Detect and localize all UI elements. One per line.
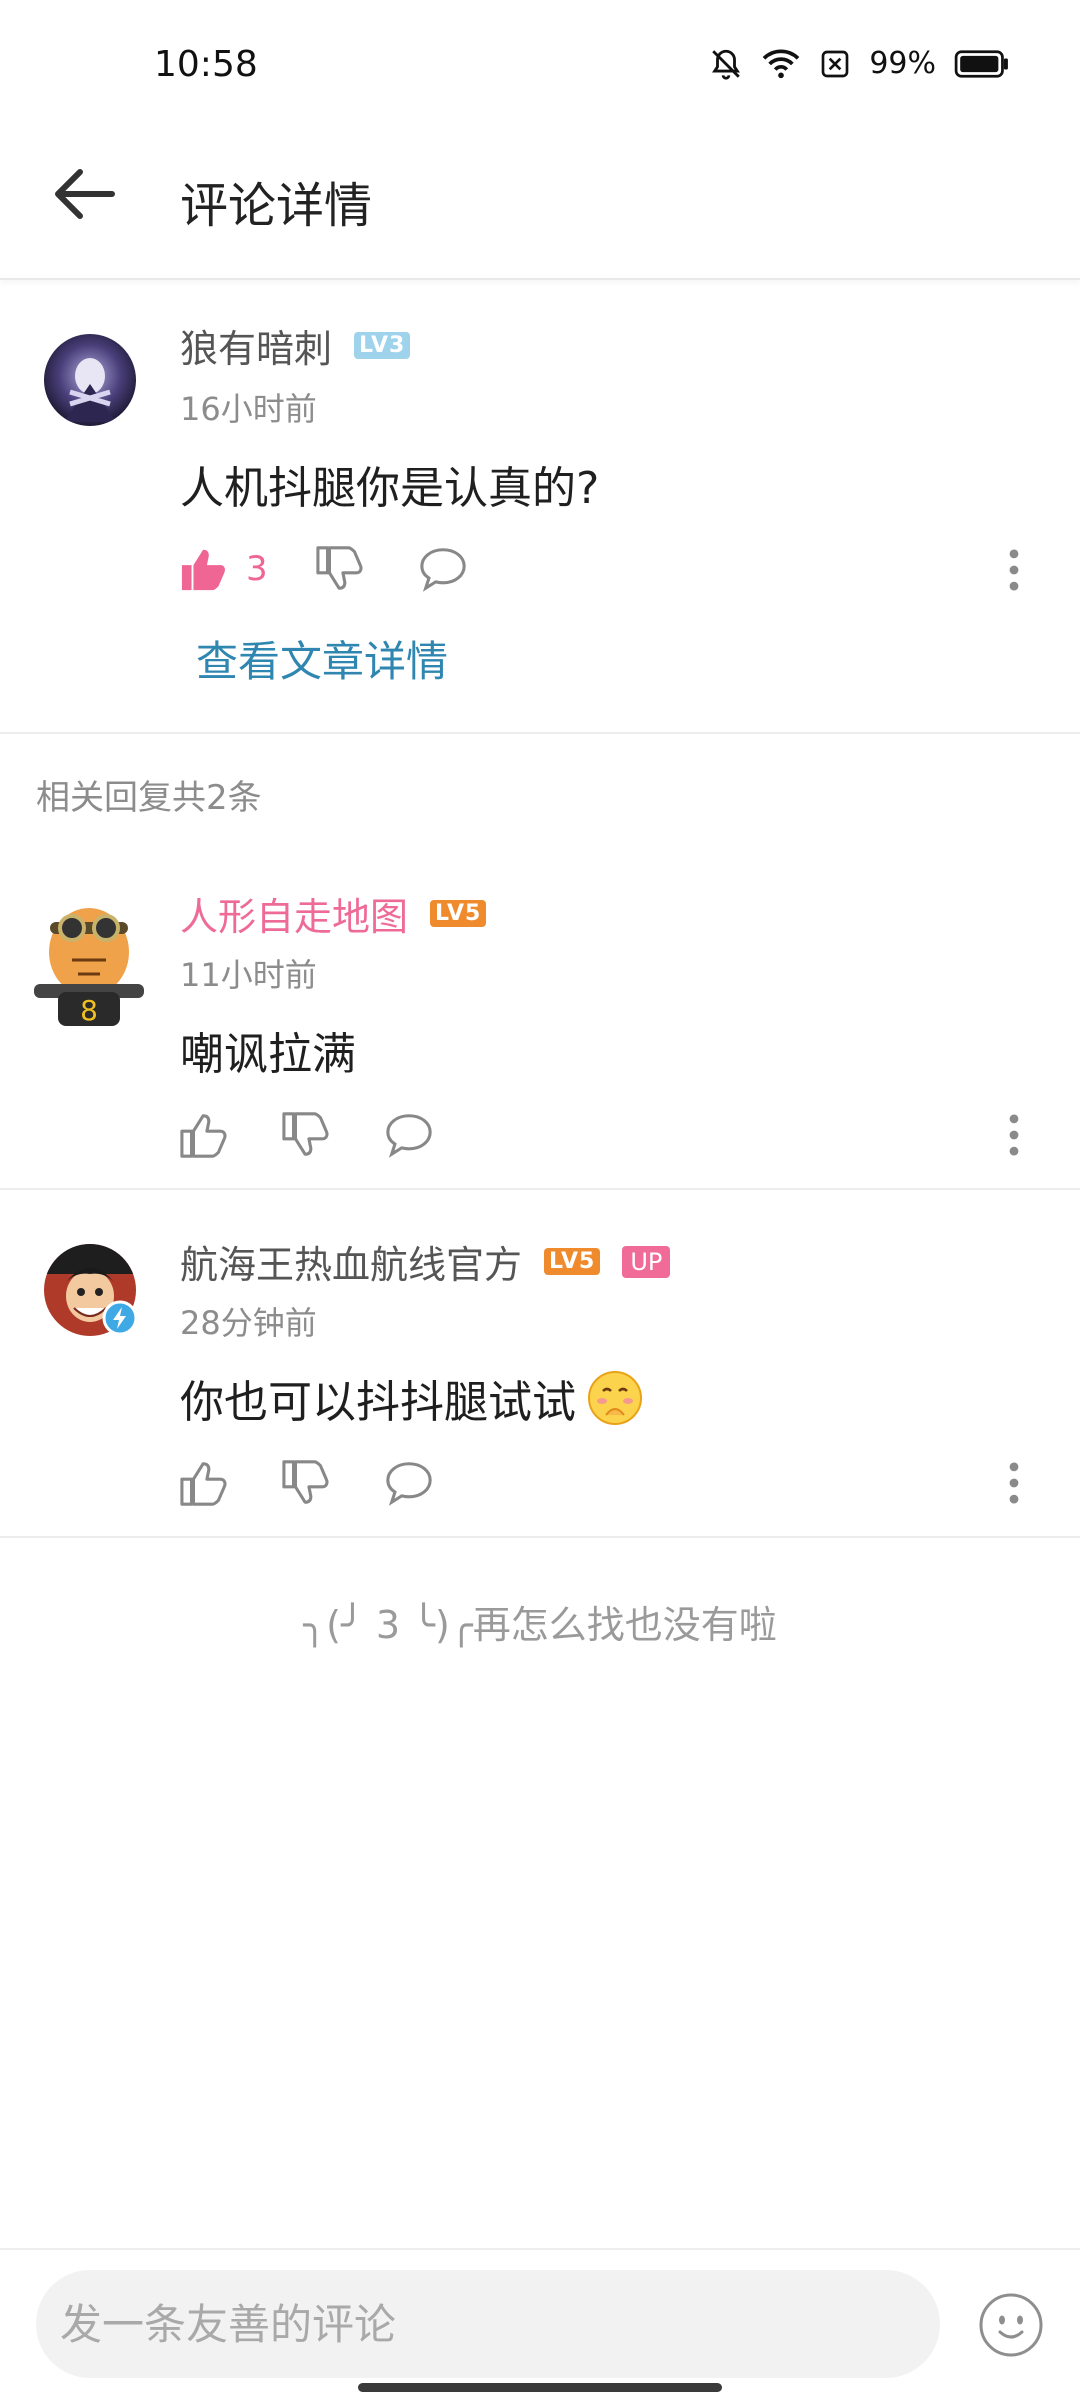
avatar[interactable] <box>44 334 136 426</box>
page-title: 评论详情 <box>180 178 373 234</box>
avatar[interactable]: 8 <box>28 896 150 1026</box>
more-vertical-icon[interactable] <box>999 548 1029 592</box>
divider <box>0 732 1080 734</box>
comment-bubble-icon[interactable] <box>418 545 468 593</box>
avatar[interactable] <box>44 1244 138 1336</box>
more-vertical-icon[interactable] <box>999 1461 1029 1505</box>
reply-time: 28分钟前 <box>180 1304 317 1342</box>
reply-content-row: 你也可以抖抖腿试试 <box>180 1366 644 1430</box>
comment-content: 人机抖腿你是认真的? <box>180 463 600 514</box>
up-badge: UP <box>622 1245 671 1278</box>
battery-icon <box>954 49 1008 78</box>
home-indicator <box>358 2383 722 2392</box>
username[interactable]: 航海王热血航线官方 <box>180 1234 522 1289</box>
header-bar <box>0 110 1080 280</box>
comment-user-row: 狼有暗刺 LV3 <box>180 318 411 373</box>
reply-time: 11小时前 <box>180 956 317 994</box>
thumb-down-icon[interactable] <box>316 545 366 593</box>
replies-count-label: 相关回复共2条 <box>36 778 262 818</box>
divider <box>0 1536 1080 1538</box>
level-badge: LV5 <box>544 1248 601 1275</box>
thumb-down-icon[interactable] <box>282 1459 332 1507</box>
comment-bubble-icon[interactable] <box>384 1459 434 1507</box>
sim-off-icon <box>821 50 849 77</box>
level-badge: LV5 <box>430 900 487 927</box>
thumb-up-icon[interactable] <box>180 1111 230 1159</box>
comment-time: 16小时前 <box>180 390 317 428</box>
shy-emoji-icon <box>588 1371 642 1425</box>
view-article-link[interactable]: 查看文章详情 <box>196 628 448 689</box>
back-arrow-icon[interactable] <box>52 166 116 222</box>
like-button[interactable]: 3 <box>180 545 268 593</box>
avatar-image <box>44 334 136 426</box>
reply-user-row: 人形自走地图 LV5 <box>180 886 487 941</box>
status-icons: 99% <box>709 46 1010 81</box>
status-time: 10:58 <box>154 44 258 85</box>
divider <box>0 1188 1080 1190</box>
like-count: 3 <box>246 549 268 589</box>
thumb-up-icon[interactable] <box>180 1459 230 1507</box>
more-vertical-icon[interactable] <box>999 1113 1029 1157</box>
verified-icon <box>102 1300 138 1336</box>
level-badge: LV3 <box>354 332 411 359</box>
avatar-image: 8 <box>34 908 144 1026</box>
end-of-list-text: ╮(╯ 3 ╰)╭再怎么找也没有啦 <box>303 1603 777 1647</box>
emoji-icon[interactable] <box>978 2292 1044 2358</box>
thumb-down-icon[interactable] <box>282 1111 332 1159</box>
username[interactable]: 人形自走地图 <box>180 886 408 941</box>
reply-user-row: 航海王热血航线官方 LV5 UP <box>180 1234 671 1289</box>
wifi-icon <box>763 48 800 78</box>
battery-percent: 99% <box>869 46 936 81</box>
silent-bell-icon <box>712 49 741 80</box>
username[interactable]: 狼有暗刺 <box>180 318 332 373</box>
comment-bubble-icon[interactable] <box>384 1111 434 1159</box>
reply-content: 嘲讽拉满 <box>180 1029 356 1080</box>
comment-input[interactable] <box>36 2270 940 2378</box>
svg-text:8: 8 <box>80 994 98 1026</box>
reply-content: 你也可以抖抖腿试试 <box>180 1377 576 1428</box>
thumb-up-icon <box>181 549 225 591</box>
